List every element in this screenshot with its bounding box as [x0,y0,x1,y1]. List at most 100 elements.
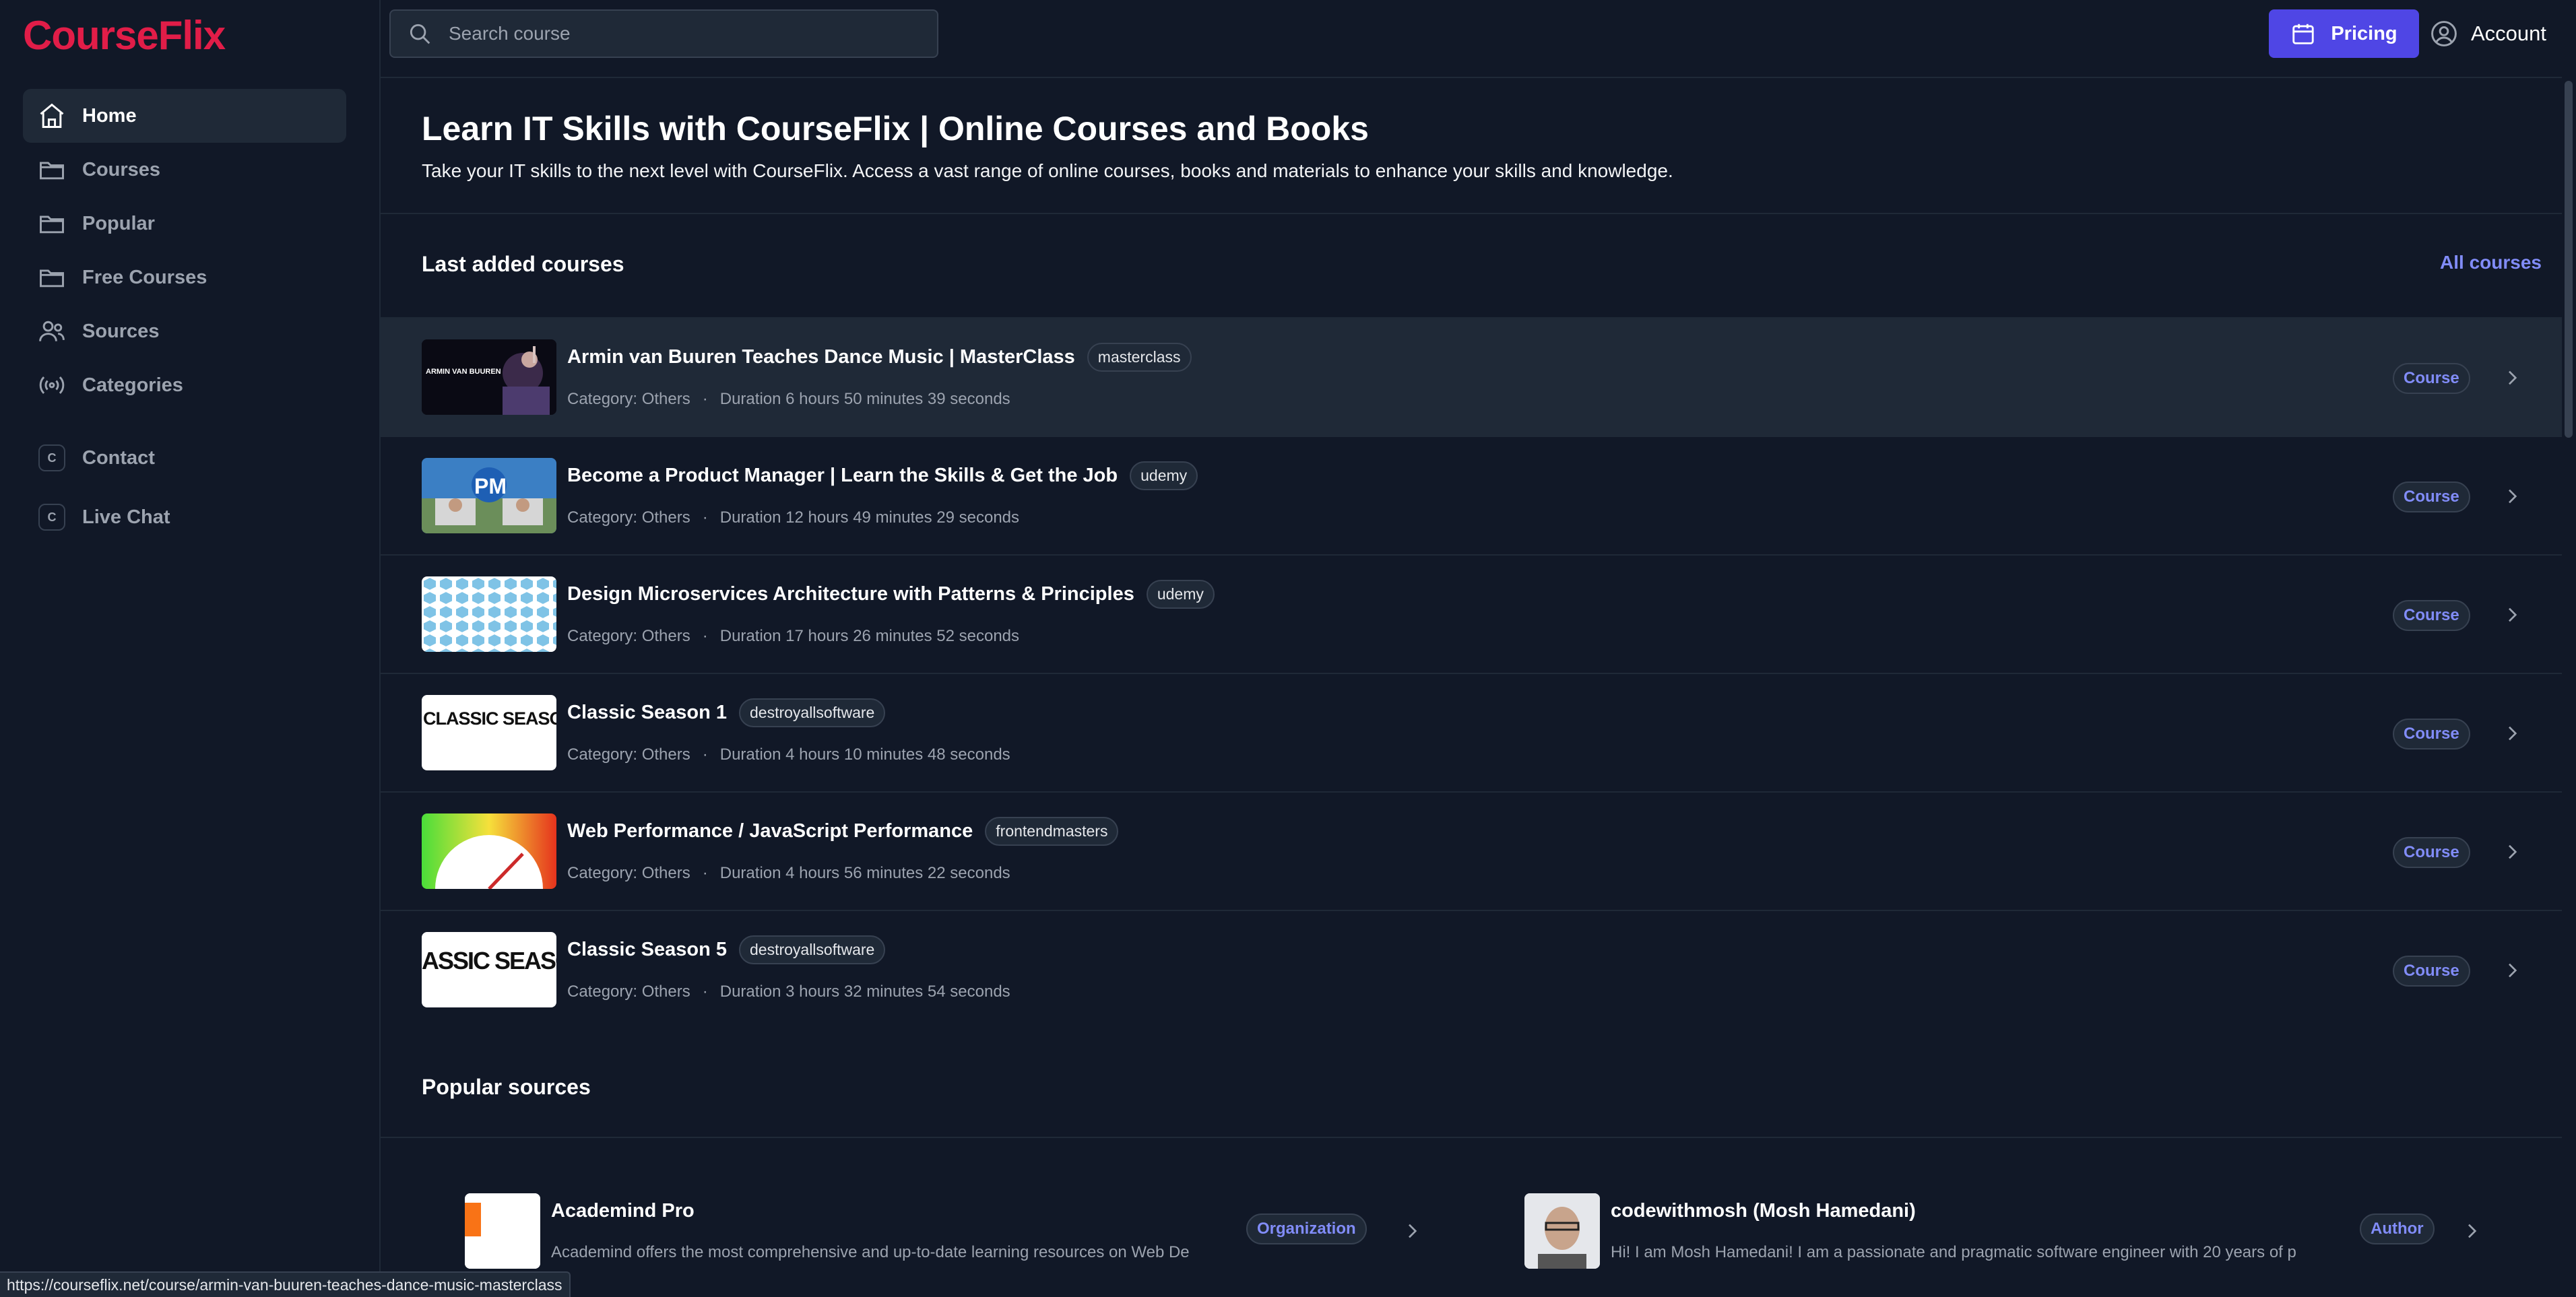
chevron-right-icon[interactable] [2501,604,2523,626]
topbar: Search course Pricing Account [379,0,2576,78]
search-placeholder: Search course [449,23,571,44]
course-duration: Duration 3 hours 32 minutes 54 seconds [719,983,1010,1001]
thumb-caption: PM [474,474,507,498]
divider [379,1137,2562,1138]
source-logo [465,1193,540,1269]
sidebar-item-home[interactable]: Home [23,89,346,143]
course-list: ARMIN VAN BUUREN Armin van Buuren Teache… [379,317,2562,1028]
chevron-right-icon[interactable] [2461,1220,2482,1242]
course-row[interactable]: CLASSIC SEASON 1 Classic Season 1 destro… [379,673,2562,791]
folder-icon [35,261,69,294]
course-category: Category: Others [567,390,690,408]
sidebar-item-courses[interactable]: Courses [23,143,346,197]
course-title-text: Armin van Buuren Teaches Dance Music | M… [567,346,1075,368]
source-card[interactable]: Academind Pro Academind offers the most … [465,1193,1442,1269]
chevron-right-icon[interactable] [1401,1220,1423,1242]
course-duration: Duration 4 hours 10 minutes 48 seconds [719,745,1010,764]
source-tag[interactable]: destroyallsoftware [738,698,886,727]
folder-icon [35,207,69,240]
source-tag[interactable]: masterclass [1087,343,1192,372]
type-badge: Course [2393,719,2470,750]
course-title-text: Become a Product Manager | Learn the Ski… [567,465,1118,486]
separator-dot: · [702,864,708,882]
type-badge: Course [2393,956,2470,987]
initial-badge: C [38,444,65,471]
sidebar: CourseFlix Home Courses Popular Free Cou… [0,0,381,1296]
sidebar-item-live-chat[interactable]: C Live Chat [23,488,346,547]
user-circle-icon [2431,21,2457,46]
type-badge: Course [2393,837,2470,868]
course-row[interactable]: PM Become a Product Manager | Learn the … [379,436,2562,554]
course-row[interactable]: Web Performance / JavaScript Performance… [379,791,2562,910]
scrollbar[interactable] [2562,0,2576,1296]
sidebar-item-label: Contact [82,446,155,469]
course-meta: Category: Others · Duration 6 hours 50 min… [567,390,1010,409]
sidebar-item-free-courses[interactable]: Free Courses [23,251,346,304]
home-icon [35,99,69,133]
course-title: Web Performance / JavaScript Performance… [567,817,1119,846]
source-description: Academind offers the most comprehensive … [551,1243,1190,1261]
search-input[interactable]: Search course [389,9,938,58]
all-courses-link[interactable]: All courses [2440,252,2542,273]
thumb-caption: ARMIN VAN BUUREN [426,368,501,376]
sidebar-item-label: Courses [82,158,161,180]
page-title: Learn IT Skills with CourseFlix | Online… [422,110,1369,147]
course-row[interactable]: ARMIN VAN BUUREN Armin van Buuren Teache… [379,317,2562,436]
source-tag[interactable]: destroyallsoftware [738,935,886,964]
sidebar-item-contact[interactable]: C Contact [23,428,346,488]
thumb-caption: ASSIC SEASON [422,947,556,974]
course-meta: Category: Others · Duration 17 hours 26 mi… [567,627,1019,646]
separator-dot: · [702,627,708,645]
separator-dot: · [702,508,708,527]
broadcast-icon [35,368,69,402]
source-tag[interactable]: udemy [1130,461,1198,490]
type-badge: Author [2360,1213,2435,1244]
sidebar-item-sources[interactable]: Sources [23,304,346,358]
sidebar-item-label: Live Chat [82,506,170,528]
source-card[interactable]: codewithmosh (Mosh Hamedani) Hi! I am Mo… [1524,1193,2521,1269]
source-avatar [1524,1193,1600,1269]
course-thumbnail: ARMIN VAN BUUREN [422,339,556,415]
pricing-button[interactable]: Pricing [2269,9,2419,58]
users-icon [35,314,69,348]
sidebar-item-categories[interactable]: Categories [23,358,346,412]
sidebar-item-popular[interactable]: Popular [23,197,346,251]
course-title-text: Design Microservices Architecture with P… [567,583,1134,605]
course-category: Category: Others [567,627,690,645]
brand-logo[interactable]: CourseFlix [23,12,226,59]
section-title-last-added: Last added courses [422,252,624,276]
sidebar-item-label: Categories [82,374,183,396]
type-badge: Course [2393,481,2470,512]
divider [379,213,2562,214]
course-category: Category: Others [567,745,690,764]
sidebar-divider [23,412,346,428]
course-row[interactable]: ASSIC SEASON Classic Season 5 destroyall… [379,910,2562,1028]
source-tag[interactable]: frontendmasters [985,817,1119,846]
separator-dot: · [702,983,708,1001]
pricing-label: Pricing [2331,22,2397,44]
chevron-right-icon[interactable] [2501,960,2523,981]
source-name: codewithmosh (Mosh Hamedani) [1611,1200,1916,1222]
chevron-right-icon[interactable] [2501,723,2523,744]
scrollbar-thumb[interactable] [2565,81,2573,438]
search-icon [410,24,430,44]
initial-badge: C [38,504,65,531]
course-title: Become a Product Manager | Learn the Ski… [567,461,1198,490]
course-category: Category: Others [567,508,690,527]
source-tag[interactable]: udemy [1146,580,1215,609]
course-category: Category: Others [567,864,690,882]
status-url: https://courseflix.net/course/armin-van-… [0,1271,571,1297]
chevron-right-icon[interactable] [2501,841,2523,863]
account-button[interactable]: Account [2429,9,2546,58]
type-badge: Course [2393,600,2470,631]
sidebar-item-label: Popular [82,212,155,234]
chevron-right-icon[interactable] [2501,486,2523,507]
account-label: Account [2471,22,2547,45]
course-title-text: Web Performance / JavaScript Performance [567,820,973,842]
course-title-text: Classic Season 1 [567,702,727,723]
course-duration: Duration 4 hours 56 minutes 22 seconds [719,864,1010,882]
course-row[interactable]: Design Microservices Architecture with P… [379,554,2562,673]
source-name: Academind Pro [551,1200,695,1222]
chevron-right-icon[interactable] [2501,367,2523,389]
course-meta: Category: Others · Duration 4 hours 56 min… [567,864,1010,883]
